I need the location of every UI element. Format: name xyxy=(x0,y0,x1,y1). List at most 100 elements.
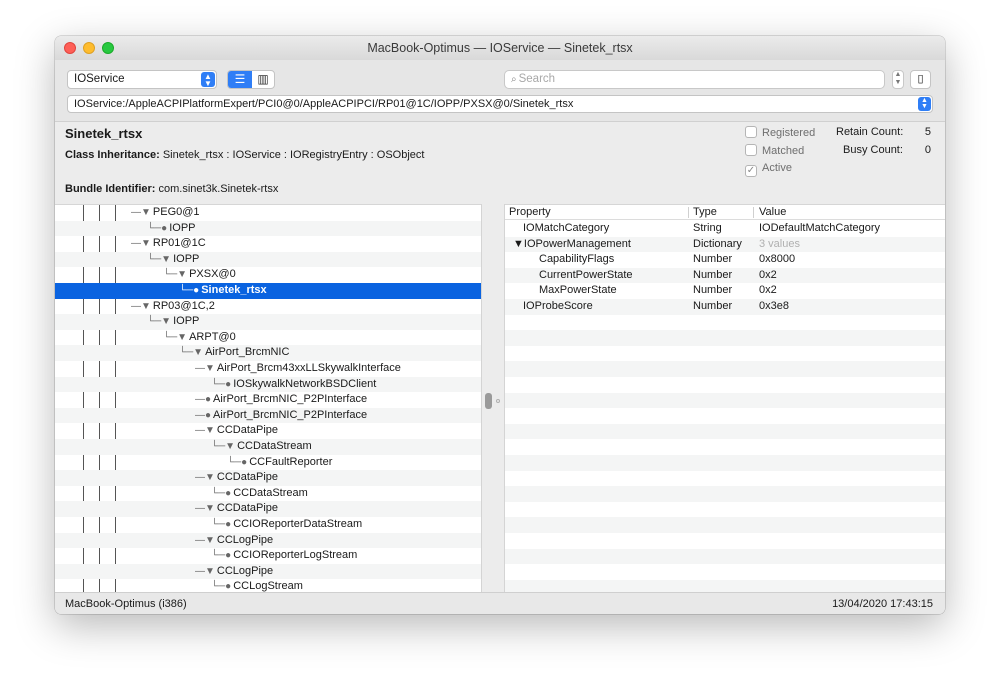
disclosure-triangle-icon[interactable]: —▼ xyxy=(195,472,215,483)
tree-row[interactable]: —▼ CCDataPipe xyxy=(55,501,481,517)
tree-row[interactable]: └─▼ AirPort_BrcmNIC xyxy=(55,345,481,361)
tree-row[interactable]: └─▼ ARPT@0 xyxy=(55,330,481,346)
tree-row[interactable]: —● AirPort_BrcmNIC_P2PInterface xyxy=(55,392,481,408)
disclosure-triangle-icon[interactable]: └─▼ xyxy=(147,254,171,265)
path-select[interactable]: IOService:/AppleACPIPlatformExpert/PCI0@… xyxy=(67,95,933,113)
disclosure-triangle-icon[interactable]: —▼ xyxy=(131,301,151,312)
leaf-node-icon[interactable]: —● xyxy=(195,394,211,405)
tree-row[interactable]: —▼ CCLogPipe xyxy=(55,563,481,580)
leaf-node-icon[interactable]: └─● xyxy=(227,457,247,468)
tree-row[interactable]: └─● IOPP xyxy=(55,220,481,237)
window-title: MacBook-Optimus — IOService — Sinetek_rt… xyxy=(367,41,633,55)
property-type: Dictionary xyxy=(693,237,742,250)
tree-node-label: CCLogStream xyxy=(233,580,303,592)
tree-row[interactable]: └─▼ IOPP xyxy=(55,251,481,268)
leaf-node-icon[interactable]: └─● xyxy=(211,519,231,530)
empty-row xyxy=(505,439,945,455)
property-row[interactable]: CurrentPowerState Number 0x2 xyxy=(505,267,945,284)
tree-row[interactable]: —▼ RP03@1C,2 xyxy=(55,299,481,315)
property-row[interactable]: CapabilityFlags Number 0x8000 xyxy=(505,252,945,268)
tree-node-label: PEG0@1 xyxy=(152,206,200,218)
header-type[interactable]: Type xyxy=(693,205,717,220)
plane-select-value: IOService xyxy=(74,73,125,85)
empty-row xyxy=(505,517,945,533)
disclosure-triangle-icon[interactable]: └─▼ xyxy=(163,269,187,280)
registry-tree[interactable]: —▼ PEG0@1 └─● IOPP —▼ RP01@1C └─▼ IOPP └─▼ PXSX@0… xyxy=(55,204,481,592)
property-row[interactable]: MaxPowerState Number 0x2 xyxy=(505,283,945,299)
search-icon: ⌕ xyxy=(511,74,517,85)
tree-node-label: IOPP xyxy=(173,315,200,328)
tree-row[interactable]: └─● IOSkywalkNetworkBSDClient xyxy=(55,376,481,393)
disclosure-triangle-icon[interactable]: —▼ xyxy=(195,425,215,436)
list-view-icon[interactable]: ☰ xyxy=(228,71,252,88)
tree-row[interactable]: —▼ CCLogPipe xyxy=(55,532,481,549)
column-divider xyxy=(753,207,754,218)
property-row[interactable]: ▼IOPowerManagement Dictionary 3 values xyxy=(505,236,945,253)
tree-node-label: CCDataStream xyxy=(233,486,308,499)
disclosure-triangle-icon[interactable]: —▼ xyxy=(131,238,151,249)
tree-row[interactable]: —▼ CCDataPipe xyxy=(55,423,481,439)
tree-row[interactable]: └─▼ CCDataStream xyxy=(55,439,481,455)
tree-row[interactable]: └─● CCDataStream xyxy=(55,486,481,502)
empty-row xyxy=(505,330,945,346)
tree-node: └─▼ CCDataStream xyxy=(211,439,312,455)
tree-node: —▼ CCDataPipe xyxy=(195,470,278,486)
empty-row xyxy=(505,315,945,331)
zoom-button[interactable] xyxy=(102,42,114,54)
disclosure-triangle-icon[interactable]: —▼ xyxy=(195,535,215,546)
property-row[interactable]: IOProbeScore Number 0x3e8 xyxy=(505,299,945,315)
tree-row[interactable]: └─● CCLogStream xyxy=(55,579,481,592)
header-value[interactable]: Value xyxy=(759,205,786,220)
column-view-icon[interactable]: ▥ xyxy=(252,71,274,88)
disclosure-triangle-icon[interactable]: —▼ xyxy=(195,363,215,374)
tree-row[interactable]: └─▼ IOPP xyxy=(55,314,481,330)
empty-row xyxy=(505,346,945,362)
split-view-handle[interactable] xyxy=(485,393,492,409)
disclosure-triangle-icon[interactable]: └─▼ xyxy=(163,332,187,343)
tree-node-label: ARPT@0 xyxy=(189,330,236,343)
leaf-node-icon[interactable]: └─● xyxy=(211,379,231,390)
tree-row[interactable]: —● AirPort_BrcmNIC_P2PInterface xyxy=(55,407,481,424)
view-mode-control[interactable]: ☰ ▥ xyxy=(227,70,275,89)
tree-node-label: CCIOReporterDataStream xyxy=(233,518,363,530)
leaf-node-icon[interactable]: └─● xyxy=(147,223,167,234)
disclosure-triangle-icon[interactable]: —▼ xyxy=(131,207,151,218)
tree-row[interactable]: └─● Sinetek_rtsx xyxy=(55,283,481,299)
tree-row[interactable]: —▼ PEG0@1 xyxy=(55,205,481,221)
tree-row[interactable]: —▼ RP01@1C xyxy=(55,236,481,252)
search-input[interactable]: ⌕ Search xyxy=(504,70,885,89)
plane-select[interactable]: IOService ▲ ▼ xyxy=(67,70,217,89)
search-stepper[interactable]: ▲ ▼ xyxy=(892,70,904,89)
empty-row xyxy=(505,486,945,502)
disclosure-triangle-icon[interactable]: └─▼ xyxy=(211,441,235,452)
tree-row[interactable]: └─● CCIOReporterLogStream xyxy=(55,548,481,564)
close-button[interactable] xyxy=(64,42,76,54)
tree-row[interactable]: —▼ CCDataPipe xyxy=(55,470,481,486)
property-key: CapabilityFlags xyxy=(539,253,615,266)
leaf-node-icon[interactable]: └─● xyxy=(211,581,231,592)
leaf-node-icon[interactable]: └─● xyxy=(179,285,199,296)
inspector-toggle-button[interactable]: ▯ xyxy=(910,70,931,89)
leaf-node-icon[interactable]: └─● xyxy=(211,488,231,499)
leaf-node-icon[interactable]: └─● xyxy=(211,550,231,561)
disclosure-triangle-icon[interactable]: └─▼ xyxy=(147,316,171,327)
leaf-node-icon[interactable]: —● xyxy=(195,410,211,421)
header-property[interactable]: Property xyxy=(509,205,551,220)
property-table[interactable]: Property Type Value IOMatchCategory Strin… xyxy=(505,204,945,592)
search-placeholder: Search xyxy=(518,73,556,85)
empty-row xyxy=(505,408,945,424)
minimize-button[interactable] xyxy=(83,42,95,54)
property-value: 0x3e8 xyxy=(759,300,789,312)
active-label: Active xyxy=(762,162,792,174)
tree-row[interactable]: —▼ AirPort_Brcm43xxLLSkywalkInterface xyxy=(55,361,481,377)
disclosure-triangle-icon[interactable]: └─▼ xyxy=(179,347,203,358)
disclosure-triangle-icon[interactable]: —▼ xyxy=(195,503,215,514)
bundle-label: Bundle Identifier: xyxy=(65,183,156,195)
tree-row[interactable]: └─● CCIOReporterDataStream xyxy=(55,517,481,533)
property-value: 3 values xyxy=(759,237,800,250)
tree-row[interactable]: └─▼ PXSX@0 xyxy=(55,267,481,283)
property-row[interactable]: IOMatchCategory String IODefaultMatchCateg… xyxy=(505,221,945,237)
disclosure-triangle-icon[interactable]: —▼ xyxy=(195,566,215,577)
tree-row[interactable]: └─● CCFaultReporter xyxy=(55,455,481,471)
property-type: Number xyxy=(693,268,733,281)
